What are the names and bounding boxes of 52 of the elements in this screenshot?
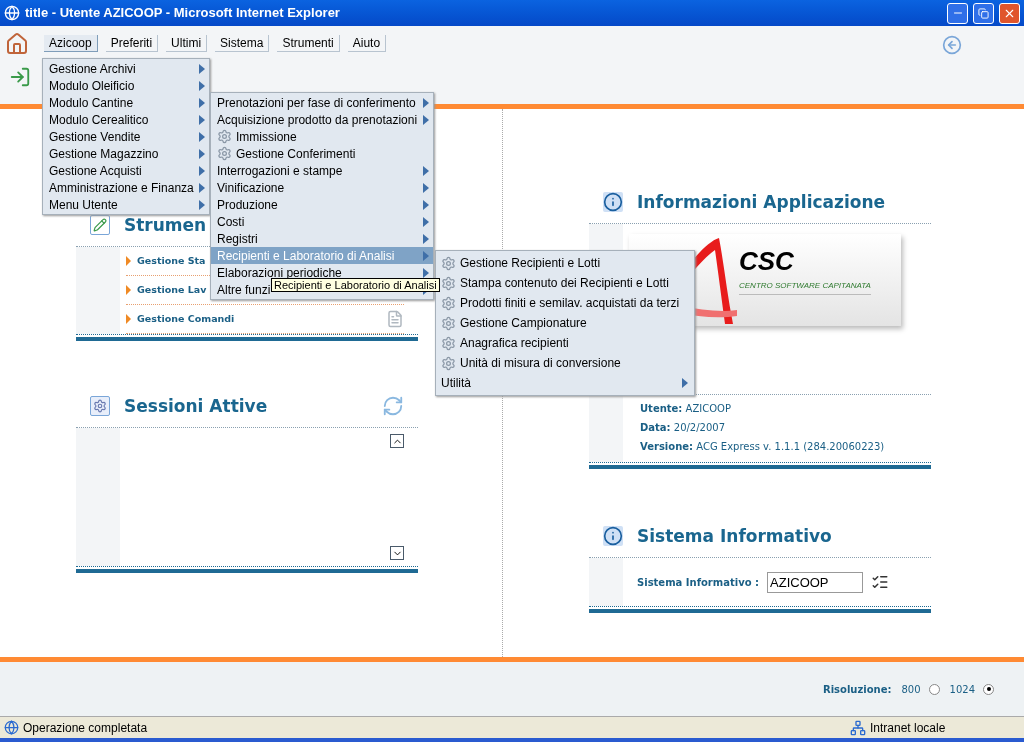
tool-link[interactable]: Gestione Sta xyxy=(137,253,206,269)
menu-item[interactable]: Modulo Cerealitico xyxy=(43,111,209,128)
logo-tagline: CENTRO SOFTWARE CAPITANATA xyxy=(739,280,871,295)
menu-item[interactable]: Gestione Campionature xyxy=(436,313,694,333)
tooltip: Recipienti e Laboratorio di Analisi xyxy=(271,278,440,292)
logo-name: CSC xyxy=(739,248,795,274)
menu-item[interactable]: Costi xyxy=(211,213,433,230)
section-title: Sessioni Attive xyxy=(124,396,268,416)
input-field[interactable]: AZICOOP xyxy=(767,571,864,593)
menu-item[interactable]: Utilità xyxy=(436,373,694,393)
menu-item[interactable]: Amministrazione e Finanza xyxy=(43,179,209,196)
menu-item[interactable]: Gestione Archivi xyxy=(43,60,209,77)
menu-item[interactable]: Registri xyxy=(211,230,433,247)
tool-link[interactable]: Gestione Comandi xyxy=(137,311,235,327)
info-line: Versione: ACG Express v. 1.1.1 (284.20060223) xyxy=(640,440,886,454)
menu-bar-item[interactable]: Strumenti xyxy=(277,35,340,52)
window-title: title - Utente AZICOOP - Microsoft Internet Explorer xyxy=(25,4,341,23)
menu-bar-item[interactable]: Preferiti xyxy=(105,35,159,52)
menu-item[interactable]: Gestione Magazzino xyxy=(43,145,209,162)
section-title: Strumen xyxy=(124,215,207,235)
menu-item[interactable]: Modulo Oleificio xyxy=(43,77,209,94)
menu-item[interactable]: Acquisizione prodotto da prenotazioni xyxy=(211,111,433,128)
section-title: Informazioni Applicazione xyxy=(637,192,886,212)
tool-link[interactable]: Gestione Lav xyxy=(137,282,207,298)
menu-bar-item[interactable]: Ultimi xyxy=(166,35,208,52)
resolution-label: Risoluzione: xyxy=(822,682,892,697)
info-line: Utente: AZICOOP xyxy=(640,402,732,416)
info-line: Data: 20/2/2007 xyxy=(640,421,727,435)
menu-item[interactable]: Menu Utente xyxy=(43,196,209,213)
menu-item[interactable]: Gestione Recipienti e Lotti xyxy=(436,253,694,273)
resolution-option: 1024 xyxy=(949,681,975,697)
menu-bar-item[interactable]: Aiuto xyxy=(347,35,387,52)
menu-item[interactable]: Gestione Conferimenti xyxy=(211,145,433,162)
zone-text: Intranet locale xyxy=(870,719,947,737)
menu-item[interactable]: Interrogazioni e stampe xyxy=(211,162,433,179)
section-title: Sistema Informativo xyxy=(637,526,832,546)
menu-item[interactable]: Elaborazioni periodiche xyxy=(211,264,433,281)
menu-bar-item[interactable]: Azicoop xyxy=(44,35,98,52)
menu-item[interactable]: Immissione xyxy=(211,128,433,145)
menu-item[interactable]: Modulo Cantine xyxy=(43,94,209,111)
menu-item[interactable]: Unità di misura di conversione xyxy=(436,353,694,373)
menu-bar-item[interactable]: Sistema xyxy=(215,35,270,52)
menu-item[interactable]: Anagrafica recipienti xyxy=(436,333,694,353)
menu-item[interactable]: Gestione Vendite xyxy=(43,128,209,145)
status-text: Operazione completata xyxy=(23,719,149,737)
menu-item[interactable]: Vinificazione xyxy=(211,179,433,196)
resolution-option: 800 xyxy=(901,681,921,697)
field-label: Sistema Informativo : xyxy=(637,575,760,590)
menu-item[interactable]: Prenotazioni per fase di conferimento xyxy=(211,94,433,111)
menu-item[interactable]: Produzione xyxy=(211,196,433,213)
menu-item[interactable]: Prodotti finiti e semilav. acquistati da terzi xyxy=(436,293,694,313)
menu-item[interactable]: Gestione Acquisti xyxy=(43,162,209,179)
